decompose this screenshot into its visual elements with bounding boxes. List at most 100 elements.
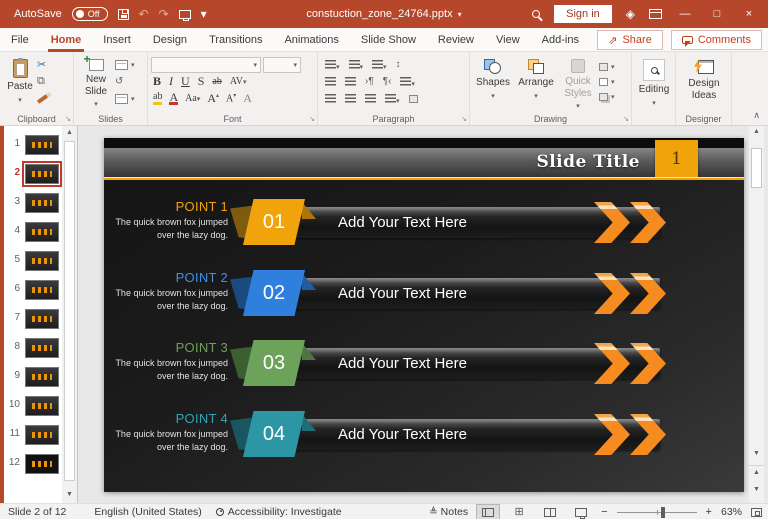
maximize-button[interactable]: □ xyxy=(708,8,726,20)
undo-icon[interactable]: ↶ xyxy=(139,8,149,20)
font-dialog-launcher[interactable]: ↘ xyxy=(309,115,315,123)
font-size-select[interactable]: ▾ xyxy=(263,57,301,73)
thumbnail-scrollbar[interactable]: ▲ ▼ xyxy=(62,126,78,503)
tab-view[interactable]: View xyxy=(485,28,531,52)
scroll-down-icon[interactable]: ▼ xyxy=(749,450,764,457)
slide-sorter-view-button[interactable]: ⊞ xyxy=(508,505,530,519)
increase-indent-icon[interactable] xyxy=(345,77,356,86)
font-color-button[interactable]: A xyxy=(169,92,178,105)
cut-icon[interactable]: ✂ xyxy=(37,56,48,73)
number-badge[interactable]: 04 xyxy=(230,411,320,457)
highlight-color-button[interactable]: ab xyxy=(153,92,162,105)
shape-fill-icon[interactable] xyxy=(599,63,608,71)
reading-view-button[interactable] xyxy=(539,505,561,519)
thumbnail-slide-12[interactable]: 12 xyxy=(4,453,62,479)
thumbnail-slide-7[interactable]: 7 xyxy=(4,308,62,334)
document-title[interactable]: constuction_zone_24764.pptx ▾ xyxy=(306,8,461,20)
thumbnail-slide-8[interactable]: 8 xyxy=(4,337,62,363)
decrease-indent-icon[interactable] xyxy=(325,77,336,86)
clear-formatting-button[interactable]: A xyxy=(243,91,252,106)
comments-button[interactable]: Comments xyxy=(671,30,762,50)
thumbnail-slide-5[interactable]: 5 xyxy=(4,250,62,276)
shapes-button[interactable]: Shapes ▾ xyxy=(473,56,513,110)
thumb-scroll-down-icon[interactable]: ▼ xyxy=(62,488,77,501)
thumb-scroll-thumb[interactable] xyxy=(64,141,75,481)
slideshow-view-button[interactable] xyxy=(570,505,592,519)
thumb-scroll-up-icon[interactable]: ▲ xyxy=(62,126,77,139)
line-spacing-button[interactable]: ▾ xyxy=(372,56,387,74)
slide-page-badge[interactable]: 1 xyxy=(655,140,698,178)
format-painter-icon[interactable] xyxy=(37,94,48,104)
bold-button[interactable]: B xyxy=(153,74,161,89)
arrange-button[interactable]: Arrange ▾ xyxy=(515,56,557,110)
clipboard-dialog-launcher[interactable]: ↘ xyxy=(65,115,71,123)
tab-add-ins[interactable]: Add-ins xyxy=(531,28,590,52)
thumbnail-slide-9[interactable]: 9 xyxy=(4,366,62,392)
drawing-dialog-launcher[interactable]: ↘ xyxy=(623,115,629,123)
customize-qat-icon[interactable]: ▾ xyxy=(201,8,207,20)
editing-button[interactable]: Editing ▾ xyxy=(635,56,673,107)
thumbnail-slide-11[interactable]: 11 xyxy=(4,424,62,450)
paste-button[interactable]: Paste ▾ xyxy=(3,56,37,107)
justify-button[interactable]: ▾ xyxy=(385,90,400,108)
layout-icon[interactable] xyxy=(115,60,128,70)
text-bar[interactable]: Add Your Text Here xyxy=(294,207,660,238)
paragraph-marks-right-icon[interactable]: ›¶ xyxy=(365,76,374,87)
tab-transitions[interactable]: Transitions xyxy=(198,28,273,52)
autosave-toggle[interactable]: Off xyxy=(72,7,108,21)
slide-editor[interactable]: Slide Title 1 POINT 1 The quick brown fo… xyxy=(104,138,744,492)
save-icon[interactable] xyxy=(118,9,129,20)
tab-file[interactable]: File xyxy=(0,28,40,52)
tab-review[interactable]: Review xyxy=(427,28,485,52)
normal-view-button[interactable] xyxy=(477,505,499,519)
grow-font-button[interactable]: A▴ xyxy=(207,91,219,106)
point-text-block[interactable]: POINT 1 The quick brown fox jumped over … xyxy=(108,199,228,242)
smartart-convert-icon[interactable] xyxy=(409,95,418,103)
shrink-font-button[interactable]: A▾ xyxy=(226,92,236,104)
text-bar[interactable]: Add Your Text Here xyxy=(294,419,660,450)
copy-icon[interactable]: ⧉ xyxy=(37,73,48,90)
italic-button[interactable]: I xyxy=(169,74,173,89)
scroll-thumb[interactable] xyxy=(751,148,762,188)
language-status[interactable]: English (United States) xyxy=(94,506,201,518)
paragraph-dialog-launcher[interactable]: ↘ xyxy=(461,115,467,123)
thumbnail-slide-2[interactable]: 2 xyxy=(4,163,62,189)
align-center-icon[interactable] xyxy=(345,94,356,103)
new-slide-button[interactable]: New Slide ▾ xyxy=(77,56,115,108)
collapse-ribbon-icon[interactable]: ∧ xyxy=(753,110,760,121)
paragraph-marks-left-icon[interactable]: ¶‹ xyxy=(383,76,392,87)
slide-title[interactable]: Slide Title xyxy=(536,152,640,172)
fit-to-window-icon[interactable] xyxy=(751,508,762,517)
character-spacing-button[interactable]: AV▾ xyxy=(230,76,247,87)
close-button[interactable]: × xyxy=(740,8,758,20)
zoom-level[interactable]: 63% xyxy=(721,506,742,518)
accessibility-status[interactable]: Accessibility: Investigate xyxy=(216,506,342,518)
columns-button[interactable]: ▾ xyxy=(400,73,415,91)
underline-button[interactable]: U xyxy=(181,74,190,89)
quick-styles-button[interactable]: Quick Styles ▾ xyxy=(559,56,597,110)
align-right-icon[interactable] xyxy=(365,94,376,103)
numbering-button[interactable]: ▾ xyxy=(349,56,364,74)
font-name-select[interactable]: ▾ xyxy=(151,57,261,73)
text-bar[interactable]: Add Your Text Here xyxy=(294,278,660,309)
sign-in-button[interactable]: Sign in xyxy=(554,5,612,23)
ribbon-display-options-icon[interactable] xyxy=(649,9,662,19)
shape-outline-icon[interactable] xyxy=(599,78,608,86)
thumbnail-slide-3[interactable]: 3 xyxy=(4,192,62,218)
tab-home[interactable]: Home xyxy=(40,28,93,52)
tab-slide-show[interactable]: Slide Show xyxy=(350,28,427,52)
thumbnail-slide-10[interactable]: 10 xyxy=(4,395,62,421)
text-bar[interactable]: Add Your Text Here xyxy=(294,348,660,379)
notes-button[interactable]: ≜Notes xyxy=(429,506,468,518)
strikethrough-button[interactable]: ab xyxy=(212,76,221,87)
point-text-block[interactable]: POINT 4 The quick brown fox jumped over … xyxy=(108,411,228,454)
redo-icon[interactable]: ↷ xyxy=(159,8,169,20)
scroll-up-icon[interactable]: ▲ xyxy=(749,128,764,135)
reset-slide-icon[interactable]: ↺ xyxy=(115,73,135,90)
point-text-block[interactable]: POINT 2 The quick brown fox jumped over … xyxy=(108,270,228,313)
share-button[interactable]: ⇗ Share xyxy=(597,30,663,50)
gem-icon[interactable]: ◈ xyxy=(626,8,635,20)
text-shadow-button[interactable]: S xyxy=(198,74,205,89)
previous-slide-icon[interactable]: ▲ xyxy=(749,465,764,476)
thumbnail-slide-1[interactable]: 1 xyxy=(4,134,62,160)
